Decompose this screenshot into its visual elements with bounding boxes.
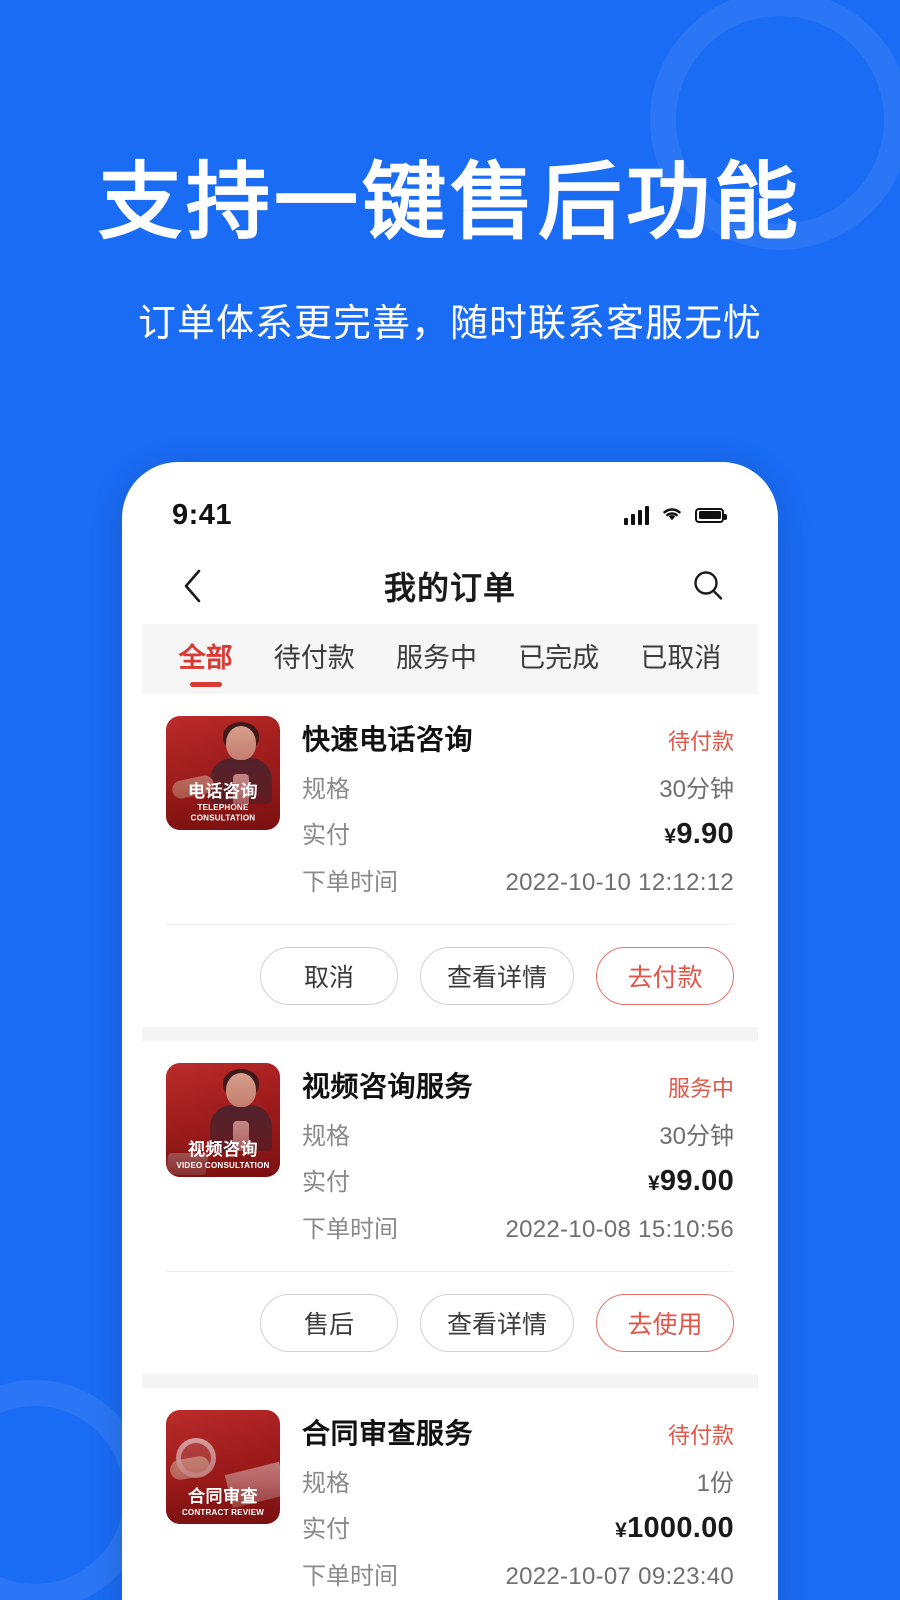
order-spec-row: 规格 1份 bbox=[302, 1461, 734, 1507]
order-action-button[interactable]: 去付款 bbox=[596, 947, 734, 1005]
order-time-row: 下单时间 2022-10-10 12:12:12 bbox=[302, 860, 734, 906]
thumbnail-caption: 合同审查 CONTRACT REVIEW bbox=[166, 1487, 280, 1518]
nav-header: 我的订单 bbox=[142, 548, 758, 624]
thumbnail-caption-en: CONTRACT REVIEW bbox=[181, 1507, 265, 1517]
wifi-icon bbox=[660, 503, 684, 527]
spec-value: 30分钟 bbox=[659, 776, 734, 803]
order-info: 合同审查服务 待付款规格 1份实付 ¥1000.00 下单时间 2022-10-07 09… bbox=[302, 1410, 734, 1600]
spec-label: 规格 bbox=[302, 1470, 350, 1497]
order-action-button[interactable]: 售后 bbox=[259, 1294, 398, 1352]
status-bar-icons bbox=[623, 503, 727, 527]
order-action-button[interactable]: 查看详情 bbox=[419, 947, 574, 1005]
phone-screen: 9:41 我的订单 全部 待付款 服务中 已完成 已取消 电话咨询 TELEPHONE C… bbox=[142, 482, 758, 1600]
order-thumbnail[interactable]: 电话咨询 TELEPHONE CONSULTATION bbox=[166, 716, 280, 830]
order-price-row: 实付 ¥1000.00 bbox=[302, 1507, 734, 1554]
order-card[interactable]: 视频咨询 VIDEO CONSULTATION 视频咨询服务 服务中规格 30分钟实付 ¥… bbox=[142, 1041, 758, 1374]
promo-subtitle: 订单体系更完善，随时联系客服无忧 bbox=[137, 303, 762, 345]
order-spec-row: 规格 30分钟 bbox=[302, 767, 734, 813]
status-badge: 服务中 bbox=[667, 1076, 734, 1101]
order-time-label: 下单时间 bbox=[302, 1563, 398, 1590]
order-separator bbox=[142, 1374, 758, 1388]
order-time-row: 下单时间 2022-10-08 15:10:56 bbox=[302, 1207, 734, 1253]
order-status-tabs[interactable]: 全部 待付款 服务中 已完成 已取消 bbox=[142, 624, 758, 694]
order-action-button[interactable]: 取消 bbox=[259, 947, 398, 1005]
order-action-button[interactable]: 查看详情 bbox=[419, 1294, 574, 1352]
order-time-value: 2022-10-07 09:23:40 bbox=[505, 1563, 734, 1590]
paid-amount: ¥1000.00 bbox=[615, 1512, 734, 1545]
status-bar: 9:41 bbox=[142, 482, 758, 548]
order-separator bbox=[142, 1027, 758, 1041]
order-actions: 售后 查看详情 去使用 bbox=[166, 1271, 734, 1374]
order-price-row: 实付 ¥9.90 bbox=[302, 813, 734, 860]
order-time-value: 2022-10-08 15:10:56 bbox=[505, 1216, 734, 1243]
status-bar-time: 9:41 bbox=[172, 498, 233, 531]
thumbnail-caption-en: TELEPHONE CONSULTATION bbox=[190, 802, 256, 823]
order-time-label: 下单时间 bbox=[302, 1216, 398, 1243]
tab-2[interactable]: 服务中 bbox=[392, 630, 481, 689]
order-title-row: 视频咨询服务 服务中 bbox=[302, 1063, 734, 1114]
order-main: 电话咨询 TELEPHONE CONSULTATION 快速电话咨询 待付款规格 30分… bbox=[166, 716, 734, 906]
order-actions: 取消 查看详情 去付款 bbox=[166, 924, 734, 1027]
phone-mockup-frame: 9:41 我的订单 全部 待付款 服务中 已完成 已取消 电话咨询 TELEPHONE C… bbox=[122, 462, 778, 1600]
order-main: 视频咨询 VIDEO CONSULTATION 视频咨询服务 服务中规格 30分钟实付 ¥… bbox=[166, 1063, 734, 1253]
paid-value: 1000.00 bbox=[627, 1512, 734, 1544]
order-card[interactable]: 电话咨询 TELEPHONE CONSULTATION 快速电话咨询 待付款规格 30分… bbox=[142, 694, 758, 1027]
cellular-signal-icon bbox=[623, 505, 649, 525]
paid-label: 实付 bbox=[302, 822, 350, 849]
spec-label: 规格 bbox=[302, 1123, 350, 1150]
order-thumbnail[interactable]: 合同审查 CONTRACT REVIEW bbox=[166, 1410, 280, 1524]
paid-value: 9.90 bbox=[676, 818, 734, 850]
currency-symbol: ¥ bbox=[647, 1172, 660, 1195]
promo-headline: 支持一键售后功能 bbox=[97, 155, 802, 249]
paid-value: 99.00 bbox=[659, 1165, 734, 1197]
search-icon[interactable] bbox=[688, 566, 728, 606]
order-title: 视频咨询服务 bbox=[302, 1071, 474, 1102]
paid-amount: ¥9.90 bbox=[664, 818, 734, 851]
order-info: 快速电话咨询 待付款规格 30分钟实付 ¥9.90 下单时间 2022-10-10 12:… bbox=[302, 716, 734, 906]
paid-label: 实付 bbox=[302, 1516, 350, 1543]
thumbnail-caption: 视频咨询 VIDEO CONSULTATION bbox=[166, 1140, 280, 1171]
battery-icon bbox=[695, 507, 727, 523]
order-title: 合同审查服务 bbox=[302, 1418, 474, 1449]
spec-value: 1份 bbox=[696, 1470, 734, 1497]
order-time-value: 2022-10-10 12:12:12 bbox=[505, 869, 734, 896]
order-spec-row: 规格 30分钟 bbox=[302, 1114, 734, 1160]
order-card[interactable]: 合同审查 CONTRACT REVIEW 合同审查服务 待付款规格 1份实付 ¥1000.… bbox=[142, 1388, 758, 1600]
tab-1[interactable]: 待付款 bbox=[270, 630, 359, 689]
order-thumbnail[interactable]: 视频咨询 VIDEO CONSULTATION bbox=[166, 1063, 280, 1177]
order-action-button[interactable]: 去使用 bbox=[596, 1294, 734, 1352]
thumbnail-caption: 电话咨询 TELEPHONE CONSULTATION bbox=[166, 782, 280, 824]
order-title-row: 快速电话咨询 待付款 bbox=[302, 716, 734, 767]
order-info: 视频咨询服务 服务中规格 30分钟实付 ¥99.00 下单时间 2022-10-08 15… bbox=[302, 1063, 734, 1253]
status-badge: 待付款 bbox=[667, 729, 734, 754]
currency-symbol: ¥ bbox=[664, 825, 677, 848]
spec-value: 30分钟 bbox=[659, 1123, 734, 1150]
tab-0[interactable]: 全部 bbox=[175, 630, 237, 689]
page-title: 我的订单 bbox=[383, 570, 516, 606]
tab-4[interactable]: 已取消 bbox=[636, 630, 725, 689]
tab-3[interactable]: 已完成 bbox=[514, 630, 603, 689]
order-time-row: 下单时间 2022-10-07 09:23:40 bbox=[302, 1554, 734, 1600]
paid-label: 实付 bbox=[302, 1169, 350, 1196]
thumbnail-caption-cn: 视频咨询 bbox=[188, 1140, 258, 1160]
thumbnail-caption-cn: 电话咨询 bbox=[188, 782, 258, 802]
paid-amount: ¥99.00 bbox=[648, 1165, 734, 1198]
order-list: 电话咨询 TELEPHONE CONSULTATION 快速电话咨询 待付款 规格 30分… bbox=[142, 694, 758, 1600]
status-badge: 待付款 bbox=[667, 1423, 734, 1448]
currency-symbol: ¥ bbox=[615, 1519, 628, 1542]
spec-label: 规格 bbox=[302, 776, 350, 803]
thumbnail-caption-en: VIDEO CONSULTATION bbox=[176, 1160, 270, 1170]
order-main: 合同审查 CONTRACT REVIEW 合同审查服务 待付款规格 1份实付 ¥1000.… bbox=[166, 1410, 734, 1600]
thumbnail-caption-cn: 合同审查 bbox=[188, 1487, 258, 1507]
order-title: 快速电话咨询 bbox=[302, 724, 474, 755]
order-title-row: 合同审查服务 待付款 bbox=[302, 1410, 734, 1461]
order-price-row: 实付 ¥99.00 bbox=[302, 1160, 734, 1207]
order-time-label: 下单时间 bbox=[302, 869, 398, 896]
